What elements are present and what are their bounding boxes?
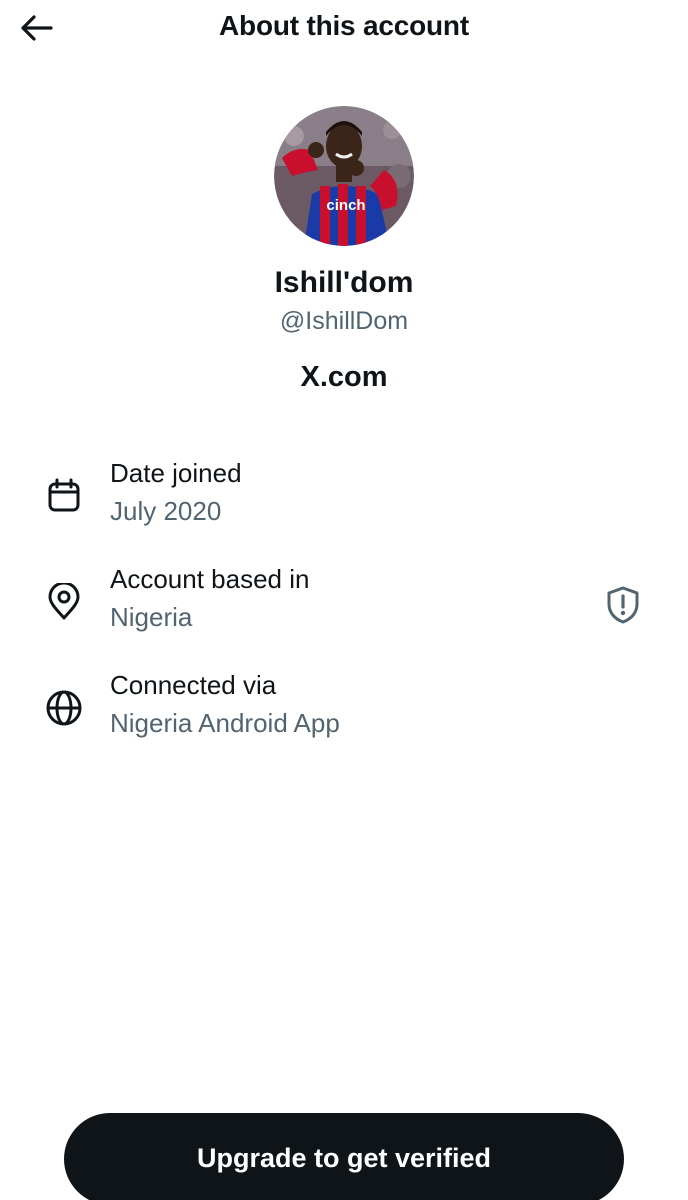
detail-value: July 2020: [110, 496, 222, 526]
detail-label: Connected via: [110, 670, 277, 700]
profile-photo: cinch: [274, 106, 414, 246]
detail-value: Nigeria: [110, 602, 193, 632]
page-title: About this account: [219, 10, 469, 41]
location-pin-icon: [44, 582, 84, 622]
detail-row-date-joined: Date joined July 2020: [0, 458, 688, 538]
upgrade-verified-button[interactable]: Upgrade to get verified: [64, 1113, 624, 1200]
top-bar: About this account: [0, 0, 688, 58]
detail-row-connected-via: Connected via Nigeria Android App: [0, 670, 688, 750]
detail-value: Nigeria Android App: [110, 708, 340, 738]
detail-row-account-based-in: Account based in Nigeria: [0, 564, 688, 644]
location-info-button[interactable]: [602, 584, 644, 626]
detail-label: Account based in: [110, 564, 310, 594]
username-handle: @IshillDom: [279, 307, 409, 335]
avatar[interactable]: cinch: [274, 106, 414, 246]
svg-text:cinch: cinch: [326, 197, 365, 214]
about-account-screen: About this account cinch Ishill'dom @Ish…: [0, 0, 688, 1200]
globe-icon: [44, 688, 84, 728]
display-name: Ishill'dom: [274, 266, 414, 299]
detail-label: Date joined: [110, 458, 242, 488]
site-label: X.com: [300, 361, 388, 393]
calendar-icon: [44, 476, 84, 516]
shield-alert-icon: [607, 586, 639, 624]
